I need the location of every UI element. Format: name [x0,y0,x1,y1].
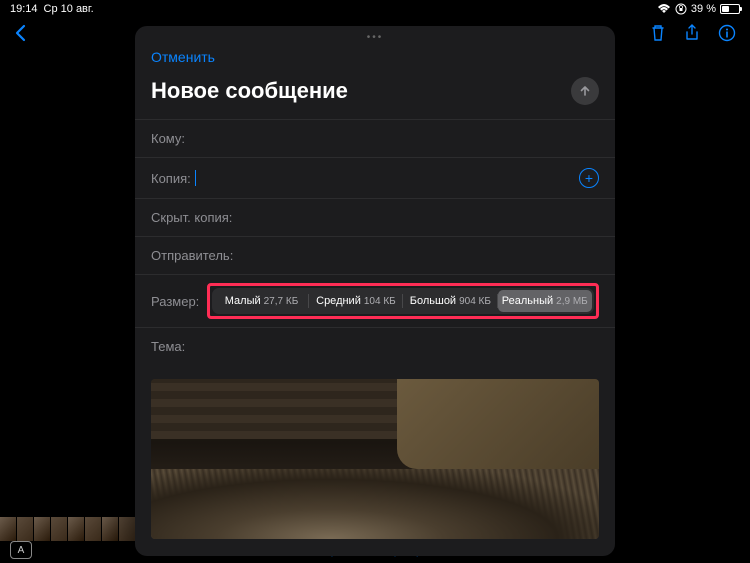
rotation-lock-icon [675,3,687,15]
from-field[interactable]: Отправитель: [135,236,615,274]
status-bar: 19:14 Ср 10 авг. 39 % [0,0,750,18]
to-field[interactable]: Кому: [135,119,615,157]
size-label: Размер: [151,294,199,309]
size-option-actual[interactable]: Реальный 2,9 МБ [498,290,592,312]
to-label: Кому: [151,131,185,146]
modal-grabber[interactable]: ••• [135,26,615,45]
annotation-highlight: Малый 27,7 КБ Средний 104 КБ Большой 904… [207,283,599,319]
back-button[interactable] [14,24,26,42]
status-time: 19:14 [10,3,38,15]
size-option-medium[interactable]: Средний 104 КБ [309,290,403,312]
wifi-icon [657,4,671,14]
info-icon[interactable] [718,24,736,42]
bcc-label: Скрыт. копия: [151,210,232,225]
battery-percent: 39 % [691,3,716,15]
keyboard-switch-icon[interactable]: A [10,541,32,559]
subject-field[interactable]: Тема: [135,327,615,365]
size-segmented-control[interactable]: Малый 27,7 КБ Средний 104 КБ Большой 904… [212,288,594,314]
thumbnail-strip[interactable] [0,517,152,541]
trash-icon[interactable] [650,24,666,42]
send-button[interactable] [571,77,599,105]
from-label: Отправитель: [151,248,233,263]
add-contact-button[interactable]: + [579,168,599,188]
size-option-large[interactable]: Большой 904 КБ [403,290,497,312]
compose-modal: ••• Отменить Новое сообщение Кому: Копия… [135,26,615,556]
share-icon[interactable] [684,24,700,42]
text-cursor [195,170,196,186]
battery-icon [720,4,740,14]
subject-label: Тема: [151,339,185,354]
size-row: Размер: Малый 27,7 КБ Средний 104 КБ Бол… [135,274,615,327]
size-option-small[interactable]: Малый 27,7 КБ [214,290,308,312]
compose-title: Новое сообщение [151,78,348,104]
cancel-button[interactable]: Отменить [151,49,215,65]
photo-attachment[interactable] [151,379,599,539]
cc-field[interactable]: Копия: + [135,157,615,198]
status-date: Ср 10 авг. [44,3,94,15]
cc-label: Копия: [151,171,191,186]
bcc-field[interactable]: Скрыт. копия: [135,198,615,236]
